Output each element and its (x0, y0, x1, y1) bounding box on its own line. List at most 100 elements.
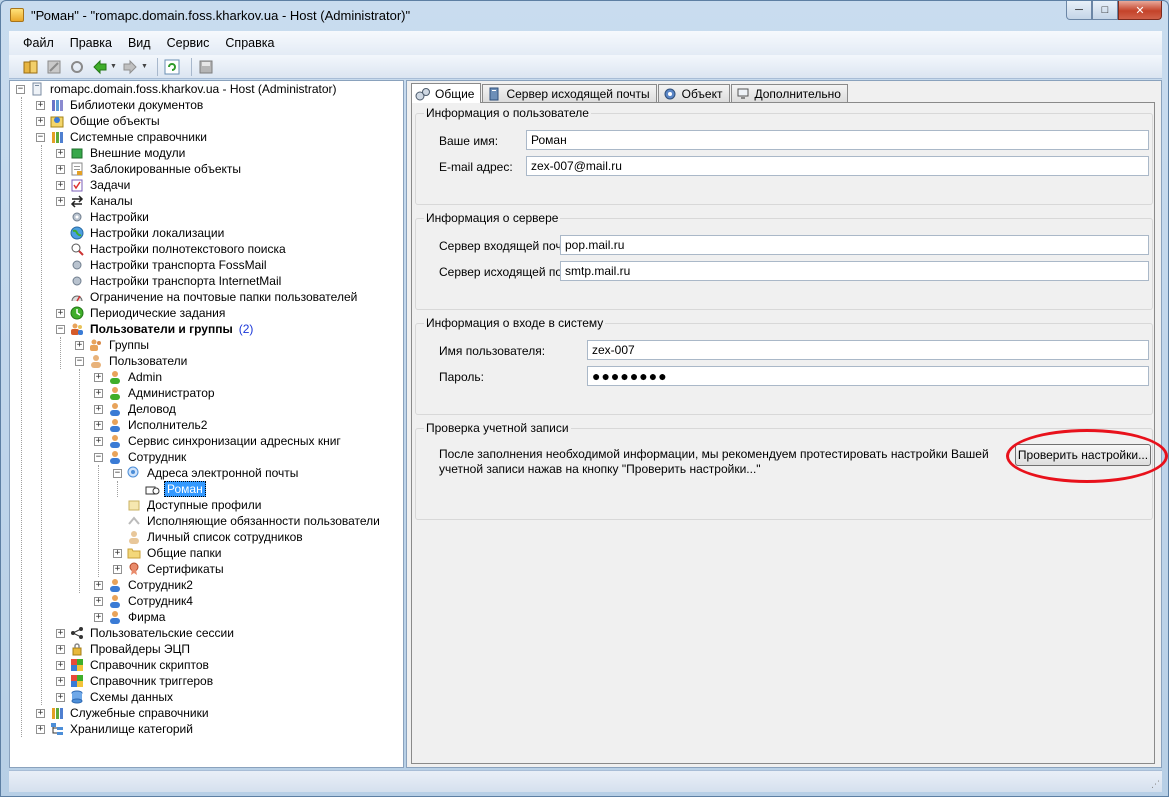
back-button[interactable] (90, 57, 109, 76)
expand-icon[interactable]: + (94, 388, 103, 398)
maximize-button[interactable]: □ (1092, 1, 1118, 20)
tree-item[interactable]: + Сертификаты (113, 561, 226, 577)
reconnect-button[interactable] (67, 57, 86, 76)
expand-icon[interactable]: + (75, 340, 84, 350)
back-dropdown-icon[interactable]: ▼ (110, 63, 117, 70)
menu-file[interactable]: Файл (15, 34, 62, 52)
outgoing-server-input[interactable]: smtp.mail.ru (560, 261, 1149, 281)
email-input[interactable]: zex-007@mail.ru (526, 156, 1149, 176)
tree-item-selected[interactable]: Роман (132, 481, 206, 497)
tree-item[interactable]: + Сотрудник2 (94, 577, 195, 593)
expand-icon[interactable]: + (56, 644, 65, 654)
password-input[interactable]: ●●●●●●●● (587, 366, 1149, 386)
name-input[interactable]: Роман (526, 130, 1149, 150)
collapse-icon[interactable]: − (36, 132, 45, 142)
tree-item[interactable]: − Сотрудник (94, 449, 188, 465)
tree-item[interactable]: + Деловод (94, 401, 178, 417)
tree-item[interactable]: + Пользовательские сессии (56, 625, 236, 641)
collapse-icon[interactable]: − (16, 84, 25, 94)
tree-item[interactable]: − Адреса электронной почты (113, 465, 300, 481)
tree-item[interactable]: + Сервис синхронизации адресных книг (94, 433, 343, 449)
tree-item[interactable]: + Фирма (94, 609, 167, 625)
expand-icon[interactable]: + (56, 660, 65, 670)
expand-icon[interactable]: + (94, 404, 103, 414)
tree-item[interactable]: + Внешние модули (56, 145, 187, 161)
tree-item[interactable]: + Задачи (56, 177, 132, 193)
title-bar[interactable]: "Роман" - "romapc.domain.foss.kharkov.ua… (1, 1, 1168, 29)
expand-icon[interactable]: + (113, 548, 122, 558)
collapse-icon[interactable]: − (75, 356, 84, 366)
expand-icon[interactable]: + (56, 180, 65, 190)
minimize-button[interactable]: ─ (1066, 1, 1092, 20)
resize-grip-icon[interactable]: ⋰ (1151, 779, 1160, 790)
forward-dropdown-icon[interactable]: ▼ (141, 63, 148, 70)
collapse-icon[interactable]: − (94, 452, 103, 462)
collapse-icon[interactable]: − (56, 324, 65, 334)
tree-item[interactable]: + Заблокированные объекты (56, 161, 243, 177)
expand-icon[interactable]: + (36, 724, 45, 734)
username-input[interactable]: zex-007 (587, 340, 1149, 360)
incoming-server-input[interactable]: pop.mail.ru (560, 235, 1149, 255)
tree-item[interactable]: + Справочник скриптов (56, 657, 211, 673)
tree-item[interactable]: Исполняющие обязанности пользователи (113, 513, 382, 529)
collapse-icon[interactable]: − (113, 468, 122, 478)
tab-object[interactable]: Объект (657, 84, 730, 102)
tree-item[interactable]: Личный список сотрудников (113, 529, 305, 545)
tree-item[interactable]: + Исполнитель2 (94, 417, 209, 433)
expand-icon[interactable]: + (56, 676, 65, 686)
tree-item[interactable]: Ограничение на почтовые папки пользовате… (56, 289, 359, 305)
expand-icon[interactable]: + (56, 164, 65, 174)
expand-icon[interactable]: + (94, 420, 103, 430)
menu-service[interactable]: Сервис (159, 34, 218, 52)
open-button[interactable] (21, 57, 40, 76)
tree-item[interactable]: + Общие объекты (36, 113, 162, 129)
tree-item[interactable]: Настройки транспорта InternetMail (56, 273, 283, 289)
tree-item[interactable]: + Служебные справочники (36, 705, 211, 721)
tree-item[interactable]: + Группы (75, 337, 151, 353)
expand-icon[interactable]: + (56, 196, 65, 206)
save-button[interactable] (197, 57, 216, 76)
tree-item[interactable]: + Сотрудник4 (94, 593, 195, 609)
menu-help[interactable]: Справка (217, 34, 282, 52)
tree-item[interactable]: Настройки полнотекстового поиска (56, 241, 288, 257)
expand-icon[interactable]: + (94, 436, 103, 446)
disconnect-button[interactable] (44, 57, 63, 76)
tree-item[interactable]: Настройки локализации (56, 225, 226, 241)
expand-icon[interactable]: + (36, 116, 45, 126)
tree-item[interactable]: + Admin (94, 369, 164, 385)
tab-outgoing-server[interactable]: Сервер исходящей почты (482, 84, 657, 102)
expand-icon[interactable]: + (56, 628, 65, 638)
tree-item[interactable]: − Системные справочники (36, 129, 209, 145)
tree-item[interactable]: + Общие папки (113, 545, 223, 561)
tree-item[interactable]: − Пользователи (75, 353, 189, 369)
tree-item[interactable]: + Библиотеки документов (36, 97, 205, 113)
navigation-tree[interactable]: − romapc.domain.foss.kharkov.ua - Host (… (9, 80, 404, 768)
expand-icon[interactable]: + (56, 148, 65, 158)
tree-root[interactable]: − romapc.domain.foss.kharkov.ua - Host (… (16, 81, 339, 97)
close-button[interactable]: ✕ (1118, 1, 1162, 20)
expand-icon[interactable]: + (113, 564, 122, 574)
menu-edit[interactable]: Правка (62, 34, 120, 52)
expand-icon[interactable]: + (56, 308, 65, 318)
expand-icon[interactable]: + (56, 692, 65, 702)
expand-icon[interactable]: + (36, 708, 45, 718)
expand-icon[interactable]: + (94, 612, 103, 622)
menu-view[interactable]: Вид (120, 34, 159, 52)
tree-item[interactable]: − Пользователи и группы (2) (56, 321, 253, 337)
tree-item[interactable]: + Схемы данных (56, 689, 175, 705)
tree-item[interactable]: + Каналы (56, 193, 135, 209)
forward-button[interactable] (121, 57, 140, 76)
tree-item[interactable]: + Администратор (94, 385, 217, 401)
tab-general[interactable]: Общие (411, 83, 482, 103)
tree-item[interactable]: + Провайдеры ЭЦП (56, 641, 192, 657)
expand-icon[interactable]: + (94, 596, 103, 606)
tab-advanced[interactable]: Дополнительно (730, 84, 848, 102)
tree-item[interactable]: + Хранилище категорий (36, 721, 195, 737)
tree-item[interactable]: Доступные профили (113, 497, 263, 513)
tree-item[interactable]: Настройки транспорта FossMail (56, 257, 269, 273)
expand-icon[interactable]: + (94, 580, 103, 590)
refresh-button[interactable] (163, 57, 182, 76)
tree-item[interactable]: Настройки (56, 209, 151, 225)
tree-item[interactable]: + Справочник триггеров (56, 673, 215, 689)
expand-icon[interactable]: + (94, 372, 103, 382)
